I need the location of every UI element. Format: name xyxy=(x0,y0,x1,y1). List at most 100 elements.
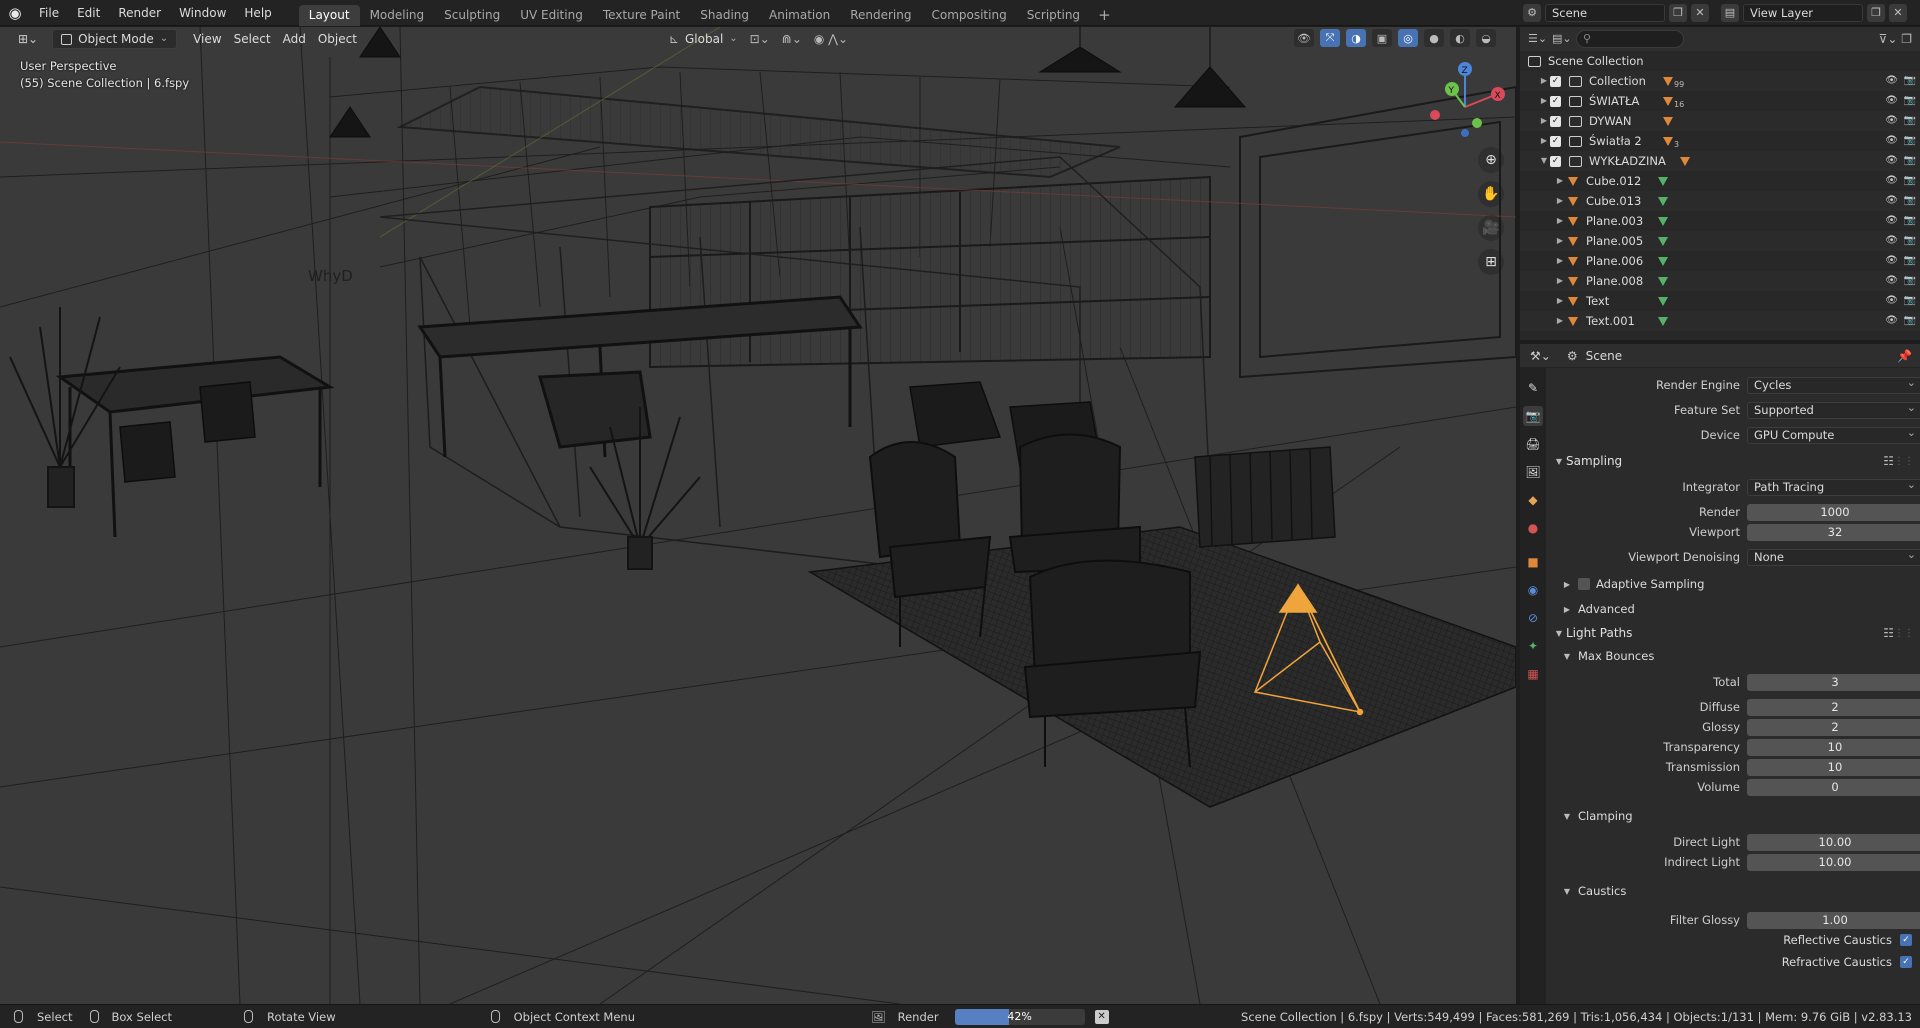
drag-handle-icon[interactable]: ⋮⋮ xyxy=(1894,456,1914,467)
visibility-eye-icon[interactable]: 👁 xyxy=(1885,91,1898,111)
outliner-object-row[interactable]: ▶ Text 👁 📷 xyxy=(1520,291,1920,311)
exclude-checkbox[interactable]: ✓ xyxy=(1550,95,1561,107)
viewport-samples-field[interactable]: 32 xyxy=(1747,523,1920,541)
tab-shading[interactable]: Shading xyxy=(690,5,759,26)
visibility-eye-icon[interactable]: 👁 xyxy=(1885,271,1898,291)
drag-handle-icon[interactable]: ⋮⋮ xyxy=(1894,628,1914,639)
expand-arrow-icon[interactable]: ▶ xyxy=(1554,171,1566,191)
delete-scene-icon[interactable]: ✕ xyxy=(1691,3,1709,22)
transmission-bounces-field[interactable]: 10 xyxy=(1747,758,1920,776)
visibility-eye-icon[interactable]: 👁 xyxy=(1885,171,1898,191)
pivot-point-icon[interactable]: ⊡⌄ xyxy=(744,29,776,49)
outliner-collection-row[interactable]: ▶ ✓ Światła 2 3 👁 📷 xyxy=(1520,131,1920,151)
glossy-bounces-field[interactable]: 2 xyxy=(1747,718,1920,736)
menu-edit[interactable]: Edit xyxy=(68,0,109,26)
tab-uv-editing[interactable]: UV Editing xyxy=(510,5,593,26)
cancel-render-icon[interactable]: ✕ xyxy=(1094,1009,1109,1024)
render-camera-icon[interactable]: 📷 xyxy=(1904,71,1916,91)
transform-orientation-dropdown[interactable]: ⊾ Global ⌄ xyxy=(663,29,744,49)
snap-icon[interactable]: ⋒⌄ xyxy=(776,29,808,49)
direct-light-field[interactable]: 10.00 xyxy=(1747,833,1920,851)
menu-file[interactable]: File xyxy=(30,0,68,26)
outliner-object-row[interactable]: ▶ Cube.012 👁 📷 xyxy=(1520,171,1920,191)
light-paths-panel-header[interactable]: ▼ Light Paths ☷ ⋮⋮ xyxy=(1546,622,1920,644)
expand-arrow-icon[interactable]: ▶ xyxy=(1554,251,1566,271)
render-camera-icon[interactable]: 📷 xyxy=(1904,111,1916,131)
advanced-subpanel[interactable]: ▶ Advanced xyxy=(1560,599,1920,619)
device-dropdown[interactable]: GPU Compute xyxy=(1747,425,1920,444)
outliner-collection-row[interactable]: ▶ ✓ ŚWIATŁA 16 👁 📷 xyxy=(1520,91,1920,111)
render-camera-icon[interactable]: 📷 xyxy=(1904,151,1916,171)
pan-hand-icon[interactable]: ✋ xyxy=(1478,181,1504,207)
render-camera-icon[interactable]: 📷 xyxy=(1904,271,1916,291)
adaptive-sampling-subpanel[interactable]: ▶ Adaptive Sampling xyxy=(1560,574,1920,594)
overlays-toggle-icon[interactable]: ◑ xyxy=(1346,29,1366,47)
expand-arrow-icon[interactable]: ▶ xyxy=(1554,191,1566,211)
reflective-caustics-checkbox[interactable]: ✓ xyxy=(1900,934,1912,946)
total-bounces-field[interactable]: 3 xyxy=(1747,673,1920,691)
camera-view-icon[interactable]: 🎥 xyxy=(1478,215,1504,241)
outliner-object-row[interactable]: ▶ Plane.008 👁 📷 xyxy=(1520,271,1920,291)
render-camera-icon[interactable]: 📷 xyxy=(1904,191,1916,211)
visibility-eye-icon[interactable]: 👁 xyxy=(1885,251,1898,271)
transparency-bounces-field[interactable]: 10 xyxy=(1747,738,1920,756)
render-camera-icon[interactable]: 📷 xyxy=(1904,311,1916,331)
exclude-checkbox[interactable]: ✓ xyxy=(1550,135,1561,147)
blender-logo-icon[interactable]: ◉ xyxy=(0,0,30,26)
visibility-eye-icon[interactable]: 👁 xyxy=(1885,131,1898,151)
xray-toggle-icon[interactable]: ▣ xyxy=(1372,29,1392,47)
tab-sculpting[interactable]: Sculpting xyxy=(434,5,510,26)
outliner-object-row[interactable]: ▶ Plane.005 👁 📷 xyxy=(1520,231,1920,251)
filter-icon[interactable]: ⊽⌄ ❐ xyxy=(1879,32,1912,46)
outliner-object-row[interactable]: ▶ Plane.003 👁 📷 xyxy=(1520,211,1920,231)
pin-icon[interactable]: 📌 xyxy=(1897,349,1912,363)
refractive-caustics-checkbox[interactable]: ✓ xyxy=(1900,956,1912,968)
render-samples-field[interactable]: 1000 xyxy=(1747,503,1920,521)
render-camera-icon[interactable]: 📷 xyxy=(1904,171,1916,191)
expand-arrow-icon[interactable]: ▼ xyxy=(1538,151,1550,171)
expand-arrow-icon[interactable]: ▶ xyxy=(1538,71,1550,91)
texture-tab-icon[interactable]: ▦ xyxy=(1523,664,1543,684)
exclude-checkbox[interactable]: ✓ xyxy=(1550,75,1561,87)
adaptive-sampling-checkbox[interactable] xyxy=(1578,578,1590,590)
delete-view-layer-icon[interactable]: ✕ xyxy=(1889,3,1907,22)
tab-modeling[interactable]: Modeling xyxy=(360,5,435,26)
expand-arrow-icon[interactable]: ▶ xyxy=(1538,131,1550,151)
render-engine-dropdown[interactable]: Cycles xyxy=(1747,375,1920,394)
view-layer-browse-icon[interactable]: ▤ xyxy=(1721,3,1739,22)
ortho-grid-icon[interactable]: ⊞ xyxy=(1478,249,1504,275)
editor-type-icon[interactable]: ⊞⌄ xyxy=(12,29,44,49)
constraints-tab-icon[interactable]: ⊘ xyxy=(1523,608,1543,628)
shading-rendered-icon[interactable]: ◒ xyxy=(1476,29,1496,47)
render-camera-icon[interactable]: 📷 xyxy=(1904,91,1916,111)
outliner-object-row[interactable]: ▶ Text.001 👁 📷 xyxy=(1520,311,1920,331)
outliner-search-input[interactable]: ⚲ xyxy=(1576,30,1684,48)
render-tab-icon[interactable]: 📷 xyxy=(1523,406,1543,426)
new-view-layer-icon[interactable]: ❐ xyxy=(1867,3,1885,22)
menu-help[interactable]: Help xyxy=(235,0,280,26)
tool-tab-icon[interactable]: ✎ xyxy=(1523,378,1543,398)
expand-arrow-icon[interactable]: ▶ xyxy=(1554,211,1566,231)
outliner-object-row[interactable]: ▶ Plane.006 👁 📷 xyxy=(1520,251,1920,271)
outliner-object-row[interactable]: ▶ Cube.013 👁 📷 xyxy=(1520,191,1920,211)
zoom-icon[interactable]: ⊕ xyxy=(1478,147,1504,173)
menu-add[interactable]: Add xyxy=(277,29,312,49)
proportional-edit-icon[interactable]: ◉ ⋀⌄ xyxy=(808,29,854,49)
outliner-collection-row[interactable]: ▶ ✓ DYWAN 👁 📷 xyxy=(1520,111,1920,131)
3d-viewport[interactable]: WhyD ⊞⌄ Object Mode ⌄ View Select Add Ob… xyxy=(0,27,1516,1004)
indirect-light-field[interactable]: 10.00 xyxy=(1747,853,1920,871)
visibility-eye-icon[interactable]: 👁 xyxy=(1885,311,1898,331)
add-workspace-icon[interactable]: + xyxy=(1090,5,1119,26)
render-camera-icon[interactable]: 📷 xyxy=(1904,131,1916,151)
visibility-eye-icon[interactable]: 👁 xyxy=(1885,191,1898,211)
tab-layout[interactable]: Layout xyxy=(298,4,360,26)
visibility-eye-icon[interactable]: 👁 xyxy=(1885,291,1898,311)
visibility-eye-icon[interactable]: 👁 xyxy=(1885,111,1898,131)
expand-arrow-icon[interactable]: ▶ xyxy=(1554,271,1566,291)
menu-render[interactable]: Render xyxy=(109,0,170,26)
clamping-subpanel[interactable]: ▼ Clamping xyxy=(1560,806,1920,826)
visibility-eye-icon[interactable]: 👁 xyxy=(1885,211,1898,231)
object-tab-icon[interactable]: ■ xyxy=(1523,552,1543,572)
render-camera-icon[interactable]: 📷 xyxy=(1904,211,1916,231)
tab-rendering[interactable]: Rendering xyxy=(840,5,921,26)
